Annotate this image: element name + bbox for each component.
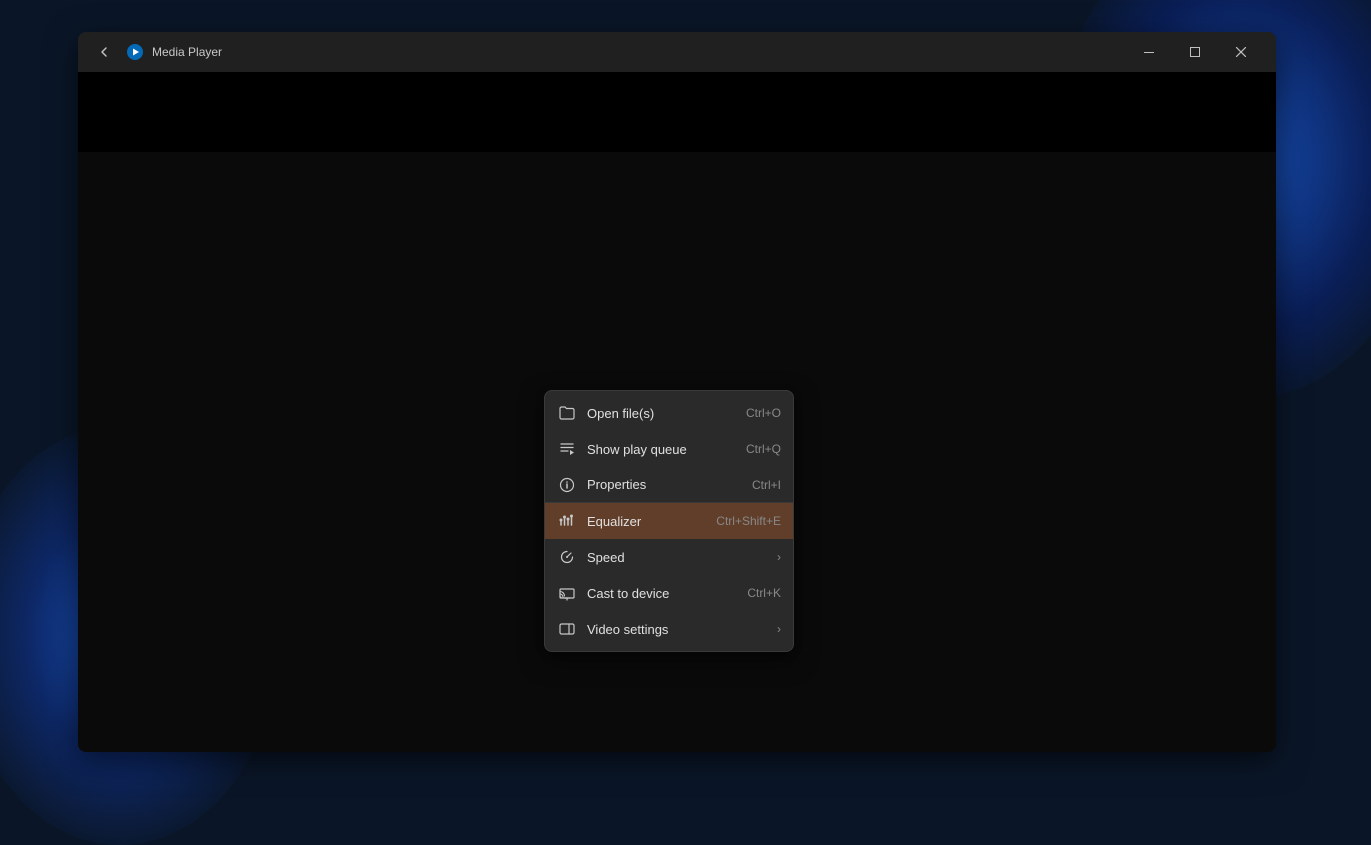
- video-top-bar: [78, 72, 1276, 152]
- app-icon: [126, 43, 144, 61]
- cast-to-device-shortcut: Ctrl+K: [747, 586, 781, 600]
- context-menu: Open file(s) Ctrl+O Show play queue Ctrl…: [544, 390, 794, 652]
- show-play-queue-label: Show play queue: [587, 442, 730, 457]
- open-files-label: Open file(s): [587, 406, 730, 421]
- menu-item-open-files[interactable]: Open file(s) Ctrl+O: [545, 395, 793, 431]
- equalizer-icon: [557, 511, 577, 531]
- title-bar: Media Player: [78, 32, 1276, 72]
- open-files-shortcut: Ctrl+O: [746, 406, 781, 420]
- speed-arrow: ›: [777, 550, 781, 564]
- cast-icon: [557, 583, 577, 603]
- equalizer-shortcut: Ctrl+Shift+E: [716, 514, 781, 528]
- video-settings-icon: [557, 619, 577, 639]
- properties-shortcut: Ctrl+I: [752, 478, 781, 492]
- menu-item-equalizer[interactable]: Equalizer Ctrl+Shift+E: [545, 503, 793, 539]
- speed-label: Speed: [587, 550, 769, 565]
- video-settings-arrow: ›: [777, 622, 781, 636]
- menu-item-cast-to-device[interactable]: Cast to device Ctrl+K: [545, 575, 793, 611]
- video-settings-label: Video settings: [587, 622, 769, 637]
- speed-icon: [557, 547, 577, 567]
- queue-icon: [557, 439, 577, 459]
- info-icon: [557, 475, 577, 495]
- show-play-queue-shortcut: Ctrl+Q: [746, 442, 781, 456]
- content-area: Open file(s) Ctrl+O Show play queue Ctrl…: [78, 72, 1276, 752]
- minimize-button[interactable]: [1126, 32, 1172, 72]
- properties-label: Properties: [587, 477, 736, 492]
- cast-to-device-label: Cast to device: [587, 586, 731, 601]
- media-player-window: Media Player: [78, 32, 1276, 752]
- menu-item-properties[interactable]: Properties Ctrl+I: [545, 467, 793, 503]
- close-button[interactable]: [1218, 32, 1264, 72]
- menu-item-speed[interactable]: Speed ›: [545, 539, 793, 575]
- back-button[interactable]: [90, 38, 118, 66]
- menu-item-show-play-queue[interactable]: Show play queue Ctrl+Q: [545, 431, 793, 467]
- maximize-button[interactable]: [1172, 32, 1218, 72]
- window-controls: [1126, 32, 1264, 72]
- folder-icon: [557, 403, 577, 423]
- menu-item-video-settings[interactable]: Video settings ›: [545, 611, 793, 647]
- window-title: Media Player: [152, 45, 1126, 59]
- equalizer-label: Equalizer: [587, 514, 700, 529]
